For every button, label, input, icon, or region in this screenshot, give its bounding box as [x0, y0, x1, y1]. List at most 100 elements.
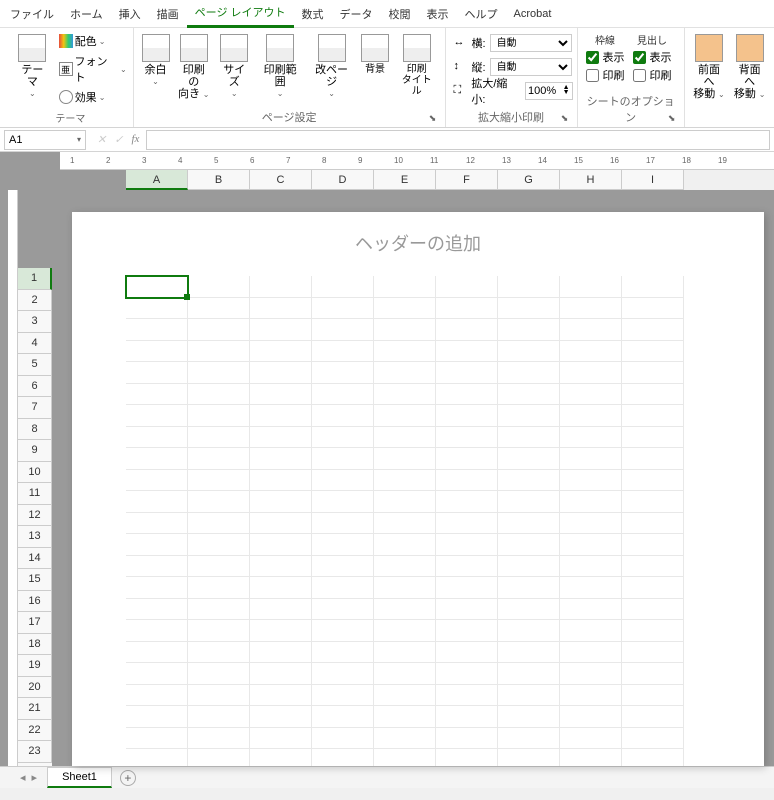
cell-G2[interactable]	[498, 298, 560, 320]
column-header-A[interactable]: A	[126, 170, 188, 190]
cell-I2[interactable]	[622, 298, 684, 320]
cell-D8[interactable]	[312, 427, 374, 449]
cell-E9[interactable]	[374, 448, 436, 470]
column-header-C[interactable]: C	[250, 170, 312, 190]
cell-I23[interactable]	[622, 749, 684, 766]
cell-F23[interactable]	[436, 749, 498, 766]
cell-D9[interactable]	[312, 448, 374, 470]
horizontal-ruler[interactable]: 12345678910111213141516171819	[60, 152, 774, 170]
cell-G18[interactable]	[498, 642, 560, 664]
cell-A3[interactable]	[126, 319, 188, 341]
cell-I1[interactable]	[622, 276, 684, 298]
cell-H13[interactable]	[560, 534, 622, 556]
sheet-tab-sheet1[interactable]: Sheet1	[47, 767, 112, 788]
breaks-button[interactable]: 改ページ⌄	[306, 32, 357, 101]
scale-dialog-launcher[interactable]: ⬊	[559, 113, 571, 125]
cell-F19[interactable]	[436, 663, 498, 685]
cell-I3[interactable]	[622, 319, 684, 341]
cell-G14[interactable]	[498, 556, 560, 578]
cell-C7[interactable]	[250, 405, 312, 427]
cell-G12[interactable]	[498, 513, 560, 535]
row-header-8[interactable]: 8	[18, 419, 52, 441]
cell-A10[interactable]	[126, 470, 188, 492]
cell-E6[interactable]	[374, 384, 436, 406]
cell-G23[interactable]	[498, 749, 560, 766]
cell-G15[interactable]	[498, 577, 560, 599]
background-button[interactable]: 背景	[357, 32, 393, 77]
sheet-options-dialog-launcher[interactable]: ⬊	[666, 113, 678, 125]
cell-E8[interactable]	[374, 427, 436, 449]
size-button[interactable]: サイズ⌄	[214, 32, 254, 101]
cell-D13[interactable]	[312, 534, 374, 556]
cell-A1[interactable]	[126, 276, 188, 298]
cell-G3[interactable]	[498, 319, 560, 341]
name-box[interactable]: A1 ▾	[4, 130, 86, 150]
cell-F12[interactable]	[436, 513, 498, 535]
margins-button[interactable]: 余白⌄	[138, 32, 174, 89]
cell-C19[interactable]	[250, 663, 312, 685]
cell-B14[interactable]	[188, 556, 250, 578]
cell-G20[interactable]	[498, 685, 560, 707]
cell-H4[interactable]	[560, 341, 622, 363]
cell-I15[interactable]	[622, 577, 684, 599]
cell-B10[interactable]	[188, 470, 250, 492]
cell-F4[interactable]	[436, 341, 498, 363]
cell-F16[interactable]	[436, 599, 498, 621]
cell-C13[interactable]	[250, 534, 312, 556]
tab-page-layout[interactable]: ページ レイアウト	[187, 0, 294, 28]
cell-D5[interactable]	[312, 362, 374, 384]
row-header-13[interactable]: 13	[18, 526, 52, 548]
headings-view-checkbox[interactable]: 表示	[633, 49, 672, 65]
cell-I16[interactable]	[622, 599, 684, 621]
cell-A19[interactable]	[126, 663, 188, 685]
column-header-B[interactable]: B	[188, 170, 250, 190]
cell-A11[interactable]	[126, 491, 188, 513]
cell-H6[interactable]	[560, 384, 622, 406]
cell-I12[interactable]	[622, 513, 684, 535]
cell-H10[interactable]	[560, 470, 622, 492]
cell-F8[interactable]	[436, 427, 498, 449]
cell-A14[interactable]	[126, 556, 188, 578]
cell-H18[interactable]	[560, 642, 622, 664]
cell-A22[interactable]	[126, 728, 188, 750]
cell-G5[interactable]	[498, 362, 560, 384]
column-header-H[interactable]: H	[560, 170, 622, 190]
cell-C18[interactable]	[250, 642, 312, 664]
row-header-14[interactable]: 14	[18, 548, 52, 570]
cell-C17[interactable]	[250, 620, 312, 642]
cell-E7[interactable]	[374, 405, 436, 427]
row-header-6[interactable]: 6	[18, 376, 52, 398]
cell-A9[interactable]	[126, 448, 188, 470]
cell-F2[interactable]	[436, 298, 498, 320]
cell-D23[interactable]	[312, 749, 374, 766]
cell-G10[interactable]	[498, 470, 560, 492]
cell-I7[interactable]	[622, 405, 684, 427]
send-backward-button[interactable]: 背面へ 移動 ⌄	[729, 32, 770, 102]
cell-C4[interactable]	[250, 341, 312, 363]
tab-acrobat[interactable]: Acrobat	[506, 3, 560, 25]
cell-D6[interactable]	[312, 384, 374, 406]
cell-F7[interactable]	[436, 405, 498, 427]
page-setup-dialog-launcher[interactable]: ⬊	[427, 113, 439, 125]
cell-B9[interactable]	[188, 448, 250, 470]
cell-I20[interactable]	[622, 685, 684, 707]
row-header-22[interactable]: 22	[18, 720, 52, 742]
cell-E20[interactable]	[374, 685, 436, 707]
row-header-17[interactable]: 17	[18, 612, 52, 634]
cell-H7[interactable]	[560, 405, 622, 427]
cell-G7[interactable]	[498, 405, 560, 427]
column-header-E[interactable]: E	[374, 170, 436, 190]
cell-H23[interactable]	[560, 749, 622, 766]
vertical-ruler[interactable]	[8, 190, 18, 766]
row-header-9[interactable]: 9	[18, 440, 52, 462]
cell-A7[interactable]	[126, 405, 188, 427]
cell-B15[interactable]	[188, 577, 250, 599]
cell-B6[interactable]	[188, 384, 250, 406]
cell-B3[interactable]	[188, 319, 250, 341]
height-select[interactable]: 自動	[490, 58, 572, 76]
column-header-F[interactable]: F	[436, 170, 498, 190]
cell-E21[interactable]	[374, 706, 436, 728]
cell-I8[interactable]	[622, 427, 684, 449]
cell-I14[interactable]	[622, 556, 684, 578]
cell-E18[interactable]	[374, 642, 436, 664]
